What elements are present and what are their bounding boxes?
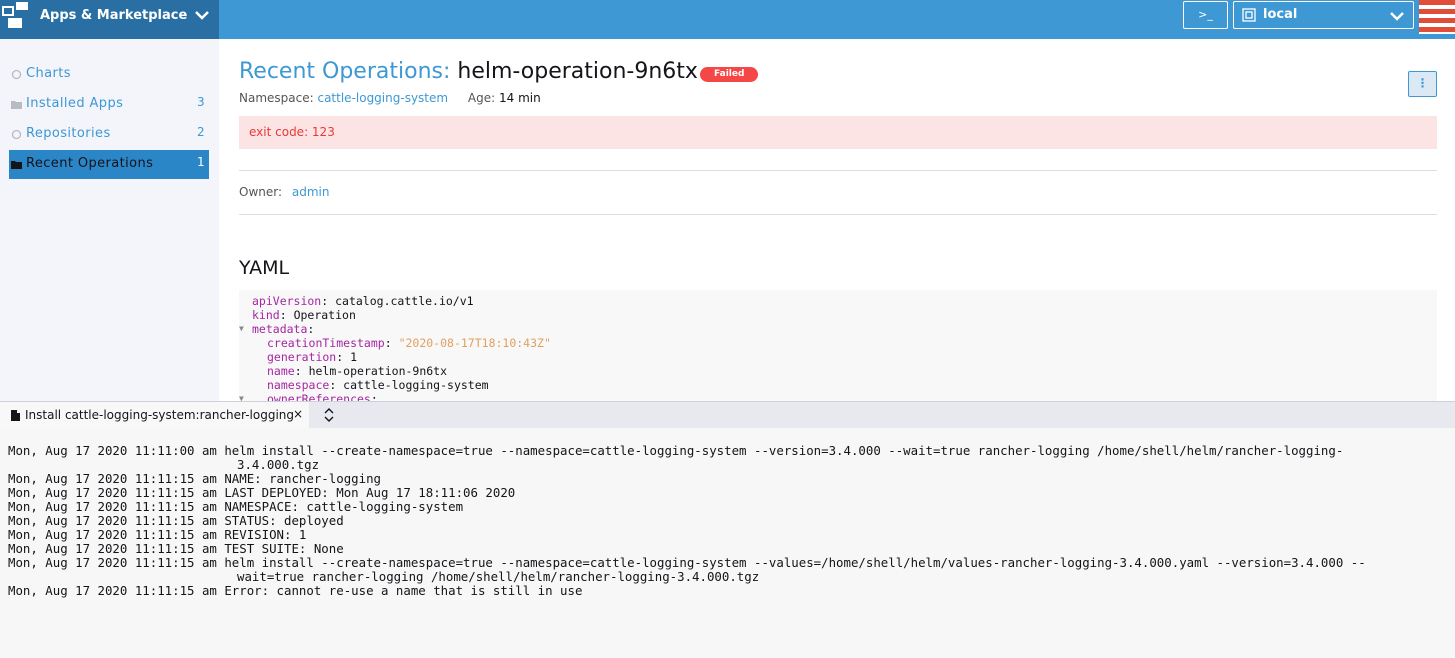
terminal-line: Mon, Aug 17 2020 11:11:15 am NAMESPACE: …: [8, 499, 464, 514]
yaml-key: name: [267, 364, 295, 378]
title-separator: :: [442, 59, 451, 84]
expand-collapse-icon[interactable]: [323, 407, 335, 423]
terminal-line: Mon, Aug 17 2020 11:11:15 am TEST SUITE:…: [8, 541, 344, 556]
sidebar-item-label: Repositories: [26, 126, 111, 141]
yaml-line: generation: 1: [267, 350, 358, 364]
folder-icon: [11, 101, 22, 109]
user-avatar[interactable]: [1419, 0, 1455, 34]
chevron-down-icon: [1390, 12, 1404, 21]
yaml-line: creationTimestamp: "2020-08-17T18:10:43Z…: [267, 336, 551, 350]
fold-toggle-icon[interactable]: ▼: [239, 322, 244, 336]
status-badge: Failed: [700, 67, 759, 82]
error-message: exit code: 123: [249, 125, 335, 139]
sidebar-item-installed-apps[interactable]: Installed Apps 3: [9, 90, 209, 119]
age-value: 14 min: [499, 91, 541, 105]
terminal-line: Mon, Aug 17 2020 11:11:00 am helm instal…: [8, 443, 1344, 472]
terminal-line: Mon, Aug 17 2020 11:11:15 am helm instal…: [8, 555, 1366, 584]
page-title: Recent Operations: helm-operation-9n6tx: [239, 59, 698, 84]
sidebar-item-repositories[interactable]: Repositories 2: [9, 120, 209, 149]
owner-link[interactable]: admin: [292, 185, 330, 199]
actions-menu-button[interactable]: ⋮: [1408, 71, 1437, 97]
circle-icon: [11, 69, 22, 80]
kubectl-shell-button[interactable]: >_: [1183, 1, 1228, 29]
breadcrumb-link[interactable]: Recent Operations: [239, 59, 443, 84]
terminal-tab-bar: Install cattle-logging-system:rancher-lo…: [0, 401, 1455, 429]
folder-icon: [11, 161, 22, 169]
namespace-link[interactable]: cattle-logging-system: [317, 91, 448, 105]
error-banner: exit code: 123: [239, 116, 1437, 149]
sidebar-item-charts[interactable]: Charts: [9, 60, 209, 89]
terminal-line: Mon, Aug 17 2020 11:11:15 am LAST DEPLOY…: [8, 485, 516, 500]
cluster-icon: [1242, 8, 1256, 22]
terminal-output[interactable]: Mon, Aug 17 2020 11:11:00 am helm instal…: [0, 428, 1455, 658]
file-icon: [11, 410, 20, 421]
sidebar-item-count: 2: [196, 125, 205, 139]
yaml-key: apiVersion: [252, 294, 322, 308]
sidebar-item-label: Recent Operations: [26, 156, 154, 171]
chevron-down-icon[interactable]: [193, 6, 211, 24]
product-title: Apps & Marketplace: [40, 8, 188, 23]
owner-label: Owner:: [239, 185, 283, 199]
owner-row: Owner: admin: [239, 185, 329, 199]
fold-toggle-icon[interactable]: ▼: [239, 392, 244, 401]
product-switcher[interactable]: Apps & Marketplace: [0, 0, 219, 39]
yaml-line: kind: Operation: [252, 308, 356, 322]
yaml-key: metadata: [252, 322, 308, 336]
yaml-heading: YAML: [239, 257, 290, 279]
yaml-line: name: helm-operation-9n6tx: [267, 364, 448, 378]
yaml-value: helm-operation-9n6tx: [308, 364, 448, 378]
yaml-line: ▼ ownerReferences:: [239, 392, 1437, 401]
resource-meta: Namespace: cattle-logging-system Age: 14…: [239, 91, 541, 105]
more-vertical-icon: ⋮: [1416, 76, 1429, 90]
terminal-tab[interactable]: Install cattle-logging-system:rancher-lo…: [0, 402, 309, 429]
operation-name: helm-operation-9n6tx: [457, 59, 698, 84]
yaml-value: "2020-08-17T18:10:43Z": [398, 336, 551, 350]
terminal-icon: >_: [1198, 8, 1213, 21]
terminal-line: Mon, Aug 17 2020 11:11:15 am Error: cann…: [8, 583, 583, 598]
yaml-key: namespace: [267, 378, 330, 392]
divider: [239, 170, 1437, 171]
yaml-key: kind: [252, 308, 280, 322]
top-header: Apps & Marketplace >_ local: [0, 0, 1455, 39]
yaml-key: ownerReferences: [267, 392, 371, 401]
terminal-tab-label: Install cattle-logging-system:rancher-lo…: [25, 408, 295, 422]
yaml-key: generation: [267, 350, 337, 364]
yaml-line: ▼ metadata:: [239, 322, 315, 336]
yaml-key: creationTimestamp: [267, 336, 385, 350]
sidebar-item-count: 1: [196, 155, 205, 169]
sidebar-item-label: Installed Apps: [26, 96, 124, 111]
close-icon[interactable]: ×: [293, 407, 303, 421]
apps-logo-icon: [2, 2, 28, 28]
yaml-value: 1: [350, 350, 358, 364]
yaml-value: catalog.cattle.io/v1: [335, 294, 474, 308]
age-label: Age:: [467, 91, 496, 105]
circle-icon: [11, 129, 22, 140]
divider: [239, 214, 1437, 215]
cluster-name: local: [1263, 7, 1298, 22]
namespace-label: Namespace:: [239, 91, 314, 105]
cluster-select[interactable]: local: [1233, 1, 1414, 29]
yaml-line: namespace: cattle-logging-system: [267, 378, 489, 392]
sidebar-item-label: Charts: [26, 66, 71, 81]
yaml-line: apiVersion: catalog.cattle.io/v1: [252, 294, 474, 308]
yaml-editor[interactable]: apiVersion: catalog.cattle.io/v1 kind: Op…: [239, 290, 1437, 401]
terminal-line: Mon, Aug 17 2020 11:11:15 am NAME: ranch…: [8, 471, 381, 486]
sidebar-item-recent-operations[interactable]: Recent Operations 1: [9, 150, 209, 179]
terminal-line: Mon, Aug 17 2020 11:11:15 am REVISION: 1: [8, 527, 307, 542]
yaml-value: cattle-logging-system: [343, 378, 489, 392]
sidebar-item-count: 3: [196, 95, 205, 109]
sidebar: Charts Installed Apps 3 Repositories 2 R…: [0, 39, 219, 401]
main-content: Recent Operations: helm-operation-9n6tx …: [219, 39, 1455, 401]
yaml-value: Operation: [293, 308, 356, 322]
terminal-line: Mon, Aug 17 2020 11:11:15 am STATUS: dep…: [8, 513, 344, 528]
